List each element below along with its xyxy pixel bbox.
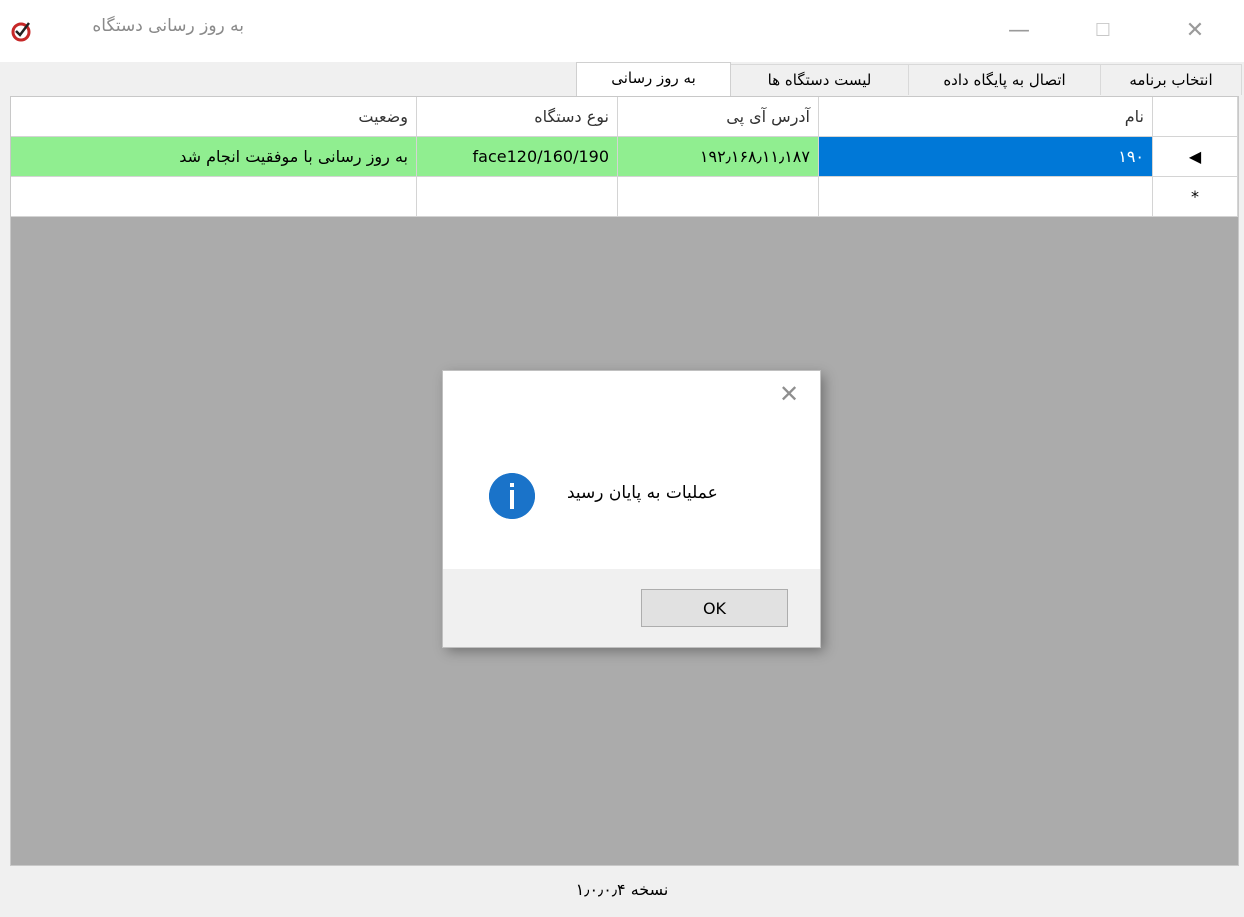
window-title: به روز رسانی دستگاه	[92, 16, 244, 36]
cell-name[interactable]	[819, 177, 1153, 217]
message-box: ✕ عملیات به پایان رسید OK	[443, 371, 820, 647]
column-header-name[interactable]: نام	[819, 97, 1153, 137]
current-row-arrow-icon[interactable]: ◀	[1153, 137, 1238, 177]
column-header-status[interactable]: وضعیت	[11, 97, 417, 137]
title-bar: به روز رسانی دستگاه — ☐ ✕	[0, 0, 1244, 62]
tab-strip: انتخاب برنامه اتصال به پایگاه داده لیست …	[0, 62, 1244, 97]
cell-status[interactable]: به روز رسانی با موفقیت انجام شد	[11, 137, 417, 177]
tab-device-list[interactable]: لیست دستگاه ها	[730, 64, 909, 95]
column-header-device-type[interactable]: نوع دستگاه	[417, 97, 618, 137]
tab-select-program[interactable]: انتخاب برنامه	[1100, 64, 1242, 95]
status-bar: نسخه ۱٫۰٫۰٫۴	[0, 866, 1244, 917]
ok-button[interactable]: OK	[641, 589, 788, 627]
cell-name[interactable]: ۱۹۰	[819, 137, 1153, 177]
app-check-icon	[11, 22, 31, 42]
version-label: نسخه ۱٫۰٫۰٫۴	[575, 880, 669, 899]
tab-update[interactable]: به روز رسانی	[576, 62, 731, 97]
new-row-asterisk-icon[interactable]: *	[1153, 177, 1238, 217]
cell-status[interactable]	[11, 177, 417, 217]
dialog-close-button[interactable]: ✕	[776, 381, 802, 407]
dialog-footer: OK	[443, 569, 820, 647]
column-header-ip[interactable]: آدرس آی پی	[618, 97, 819, 137]
main-window: به روز رسانی دستگاه — ☐ ✕ انتخاب برنامه …	[0, 0, 1244, 917]
cell-ip[interactable]: ۱۹۲٫۱۶۸٫۱۱٫۱۸۷	[618, 137, 819, 177]
minimize-button[interactable]: —	[1004, 14, 1034, 48]
cell-device-type[interactable]	[417, 177, 618, 217]
cell-device-type[interactable]: face120/160/190	[417, 137, 618, 177]
dialog-message: عملیات به پایان رسید	[567, 483, 718, 503]
info-icon	[489, 473, 535, 519]
maximize-button[interactable]: ☐	[1088, 14, 1118, 48]
tab-database-connection[interactable]: اتصال به پایگاه داده	[908, 64, 1101, 95]
close-button[interactable]: ✕	[1180, 14, 1210, 48]
row-header-corner	[1153, 97, 1238, 137]
cell-ip[interactable]	[618, 177, 819, 217]
